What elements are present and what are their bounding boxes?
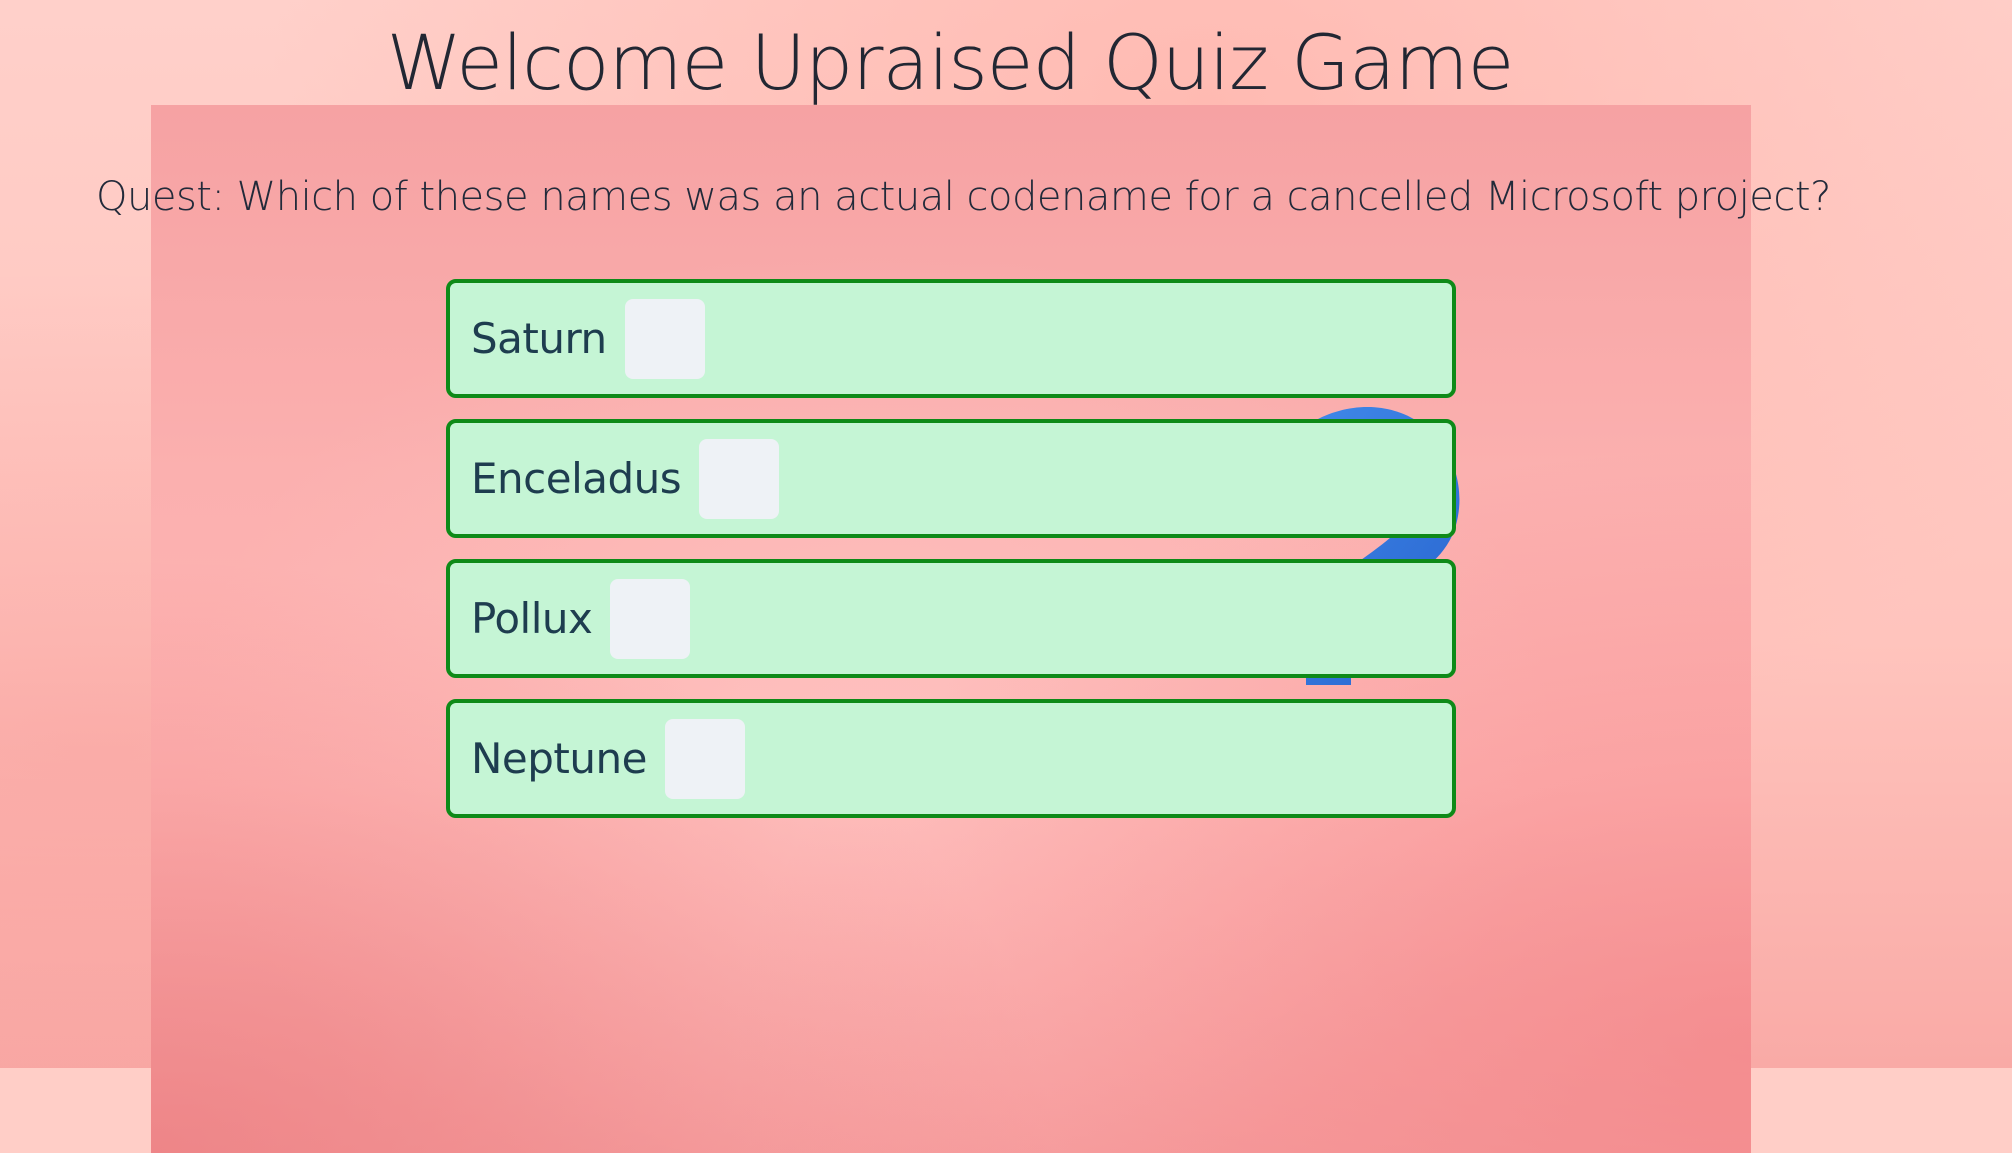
answer-option-saturn[interactable]: Saturn: [446, 279, 1456, 398]
question-text: Quest: Which of these names was an actua…: [96, 174, 1831, 220]
answer-label: Saturn: [471, 314, 607, 363]
answer-label: Enceladus: [471, 454, 682, 503]
answer-list: Saturn Enceladus Pollux Neptune: [446, 279, 1456, 839]
answer-checkbox[interactable]: [699, 438, 780, 519]
answer-option-enceladus[interactable]: Enceladus: [446, 419, 1456, 538]
answer-option-neptune[interactable]: Neptune: [446, 699, 1456, 818]
answer-checkbox[interactable]: [624, 298, 705, 379]
answer-label: Neptune: [471, 734, 647, 783]
answer-label: Pollux: [471, 594, 593, 643]
page-title: Welcome Upraised Quiz Game: [386, 18, 1515, 107]
answer-option-pollux[interactable]: Pollux: [446, 559, 1456, 678]
answer-checkbox[interactable]: [610, 578, 691, 659]
answer-checkbox[interactable]: [664, 718, 745, 799]
